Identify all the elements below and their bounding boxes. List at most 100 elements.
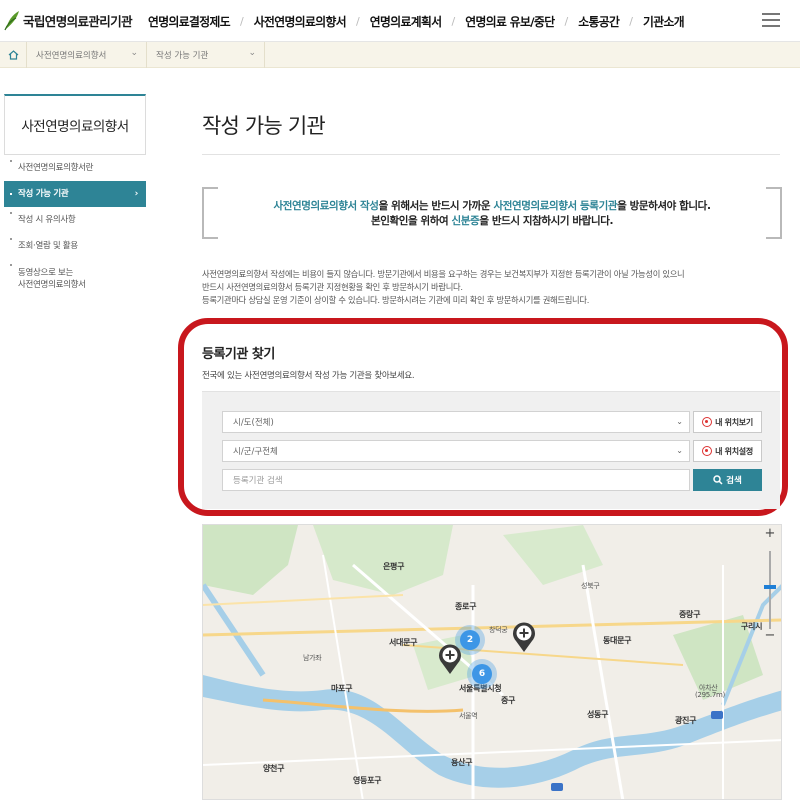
nav-separator: / [629,15,633,28]
my-location-button[interactable]: 내 위치보기 [693,411,762,433]
title-divider [202,154,780,155]
search-button-label: 검색 [726,476,742,486]
breadcrumb-label: 작성 가능 기관 [156,51,209,61]
sigungu-select[interactable]: 시/군/구전체 ⌄ [222,440,690,462]
search-subtitle: 전국에 있는 사전연명의료의향서 작성 가능 기관을 찾아보세요. [202,371,415,381]
zoom-slider-track[interactable] [769,551,771,629]
page: 국립연명의료관리기관 연명의료결정제도 / 사전연명의료의향서 / 연명의료계획… [0,0,800,800]
location-target-icon [702,417,713,427]
nav-separator: / [240,15,244,28]
chevron-down-icon: ⌄ [130,48,138,58]
cluster-marker[interactable]: 6 [467,659,497,689]
sido-select[interactable]: 시/도(전체) ⌄ [222,411,690,433]
map-label-seoulstation: 서울역 [459,712,478,720]
map-label-changdeok: 창덕궁 [489,626,508,634]
zoom-slider-thumb[interactable] [764,585,776,589]
my-location-label: 내 위치보기 [715,417,753,427]
chevron-right-icon: › [134,189,139,199]
sidebar-item-institutions[interactable]: 작성 가능 기관 › [4,181,146,207]
sido-selected-value: 시/도(전체) [233,418,274,428]
nav-item-about[interactable]: 기관소개 [643,13,685,30]
map-pin-icon[interactable] [511,621,537,653]
nav-item-community[interactable]: 소통공간 [578,13,620,30]
sigungu-selected-value: 시/군/구전체 [233,447,278,457]
breadcrumb-item-institutions[interactable]: 작성 가능 기관 ⌄ [147,42,265,68]
chevron-down-icon: ⌄ [248,48,256,58]
description-line: 사전연명의료의향서 작성에는 비용이 들지 않습니다. 방문기관에서 비용을 요… [202,269,685,279]
map-label-yangcheon: 양천구 [263,764,285,773]
map-label-eunpyeong: 은평구 [383,562,405,571]
set-location-label: 내 위치설정 [715,446,753,456]
map-label-seongdong: 성동구 [587,710,609,719]
institution-map[interactable]: 성북구 종로구 서대문구 중구 서울특별시청 용산구 마포구 동대문구 중랑구 … [202,524,782,800]
nav-item-advance-directive[interactable]: 사전연명의료의향서 [254,13,347,30]
search-icon [713,475,723,485]
hamburger-menu-icon[interactable] [762,13,780,29]
map-label-guri: 구리시 [741,622,763,631]
map-label-junggu: 중구 [501,696,516,705]
home-icon[interactable] [0,42,27,68]
sidebar-item-label: 조회·열람 및 활용 [18,241,78,251]
map-pin-icon[interactable] [437,643,463,675]
search-placeholder: 등록기관 검색 [233,476,283,486]
main-nav: 연명의료결정제도 / 사전연명의료의향서 / 연명의료계획서 / 연명의료 유보… [148,13,685,30]
map-label-yongsan: 용산구 [451,758,473,767]
sidebar-menu: 사전연명의료의향서란 작성 가능 기관 › 작성 시 유의사항 조회·열람 및 … [4,155,146,291]
notice-text: 을 방문하셔야 합니다. [617,200,711,212]
sidebar-title: 사전연명의료의향서 [4,94,146,155]
nav-separator: / [356,15,360,28]
breadcrumb: 사전연명의료의향서 ⌄ 작성 가능 기관 ⌄ [0,42,800,68]
search-button[interactable]: 검색 [693,469,762,491]
sidebar-item-label: 작성 시 유의사항 [18,215,76,225]
map-label-seongbuk: 성북구 [581,582,600,590]
zoom-out-button[interactable]: − [762,629,778,643]
notice-text: 본인확인을 위하여 [370,215,452,227]
search-title: 등록기관 찾기 [202,347,275,362]
logo-text: 국립연명의료관리기관 [23,13,133,29]
sidebar-item-label: 동영상으로 보는 [18,268,74,278]
nav-separator: / [564,15,569,28]
notice-box: 사전연명의료의향서 작성을 위해서는 반드시 가까운 사전연명의료의향서 등록기… [202,187,782,239]
nav-separator: / [451,15,456,28]
cluster-count: 6 [472,664,492,684]
location-target-icon [702,446,713,456]
notice-highlight: 사전연명의료의향서 작성 [273,200,379,212]
notice-text: 을 반드시 지참하시기 바랍니다. [479,215,614,227]
sidebar-item-precautions[interactable]: 작성 시 유의사항 [4,207,146,233]
sidebar-item-video[interactable]: 동영상으로 보는 사전연명의료의향서 [4,259,146,291]
notice-line-2: 본인확인을 위하여 신분증을 반드시 지참하시기 바랍니다. [202,213,782,228]
chevron-down-icon: ⌄ [676,446,683,455]
map-label-seodaemun: 서대문구 [389,638,418,647]
leaf-logo-icon [4,11,19,31]
description-line: 반드시 사전연명의료의향서 등록기관 지정현황을 확인 후 방문하시기 바랍니다… [202,282,463,292]
site-logo[interactable]: 국립연명의료관리기관 [4,9,133,31]
map-zoom-control: + − [762,527,778,647]
breadcrumb-label: 사전연명의료의향서 [36,51,107,61]
map-label-jongno: 종로구 [455,602,477,611]
set-location-button[interactable]: 내 위치설정 [693,440,762,462]
notice-text: 을 위해서는 반드시 가까운 [378,200,494,212]
map-label-jungnang: 중랑구 [679,610,701,619]
sidebar-item-inquiry[interactable]: 조회·열람 및 활용 [4,233,146,259]
notice-line-1: 사전연명의료의향서 작성을 위해서는 반드시 가까운 사전연명의료의향서 등록기… [202,198,782,213]
nav-item-withhold-withdraw[interactable]: 연명의료 유보/중단 [465,13,555,30]
map-label-gwangjin: 광진구 [675,716,697,725]
breadcrumb-item-advance-directive[interactable]: 사전연명의료의향서 ⌄ [27,42,147,68]
sidebar-item-label: 사전연명의료의향서란 [18,163,94,173]
sidebar-item-label: 작성 가능 기관 [18,189,69,199]
map-label-achasan-height: (295.7m) [695,691,725,699]
page-title: 작성 가능 기관 [202,114,326,138]
nav-item-decision-system[interactable]: 연명의료결정제도 [148,13,231,30]
sidebar-item-label: 사전연명의료의향서 [18,280,86,290]
chevron-down-icon: ⌄ [676,417,683,426]
zoom-in-button[interactable]: + [762,527,778,541]
site-header: 국립연명의료관리기관 연명의료결정제도 / 사전연명의료의향서 / 연명의료계획… [0,0,800,42]
map-label-yeongdeungpo: 영등포구 [353,776,382,785]
description-line: 등록기관마다 상담실 운영 기준이 상이할 수 있습니다. 방문하시려는 기관에… [202,295,590,305]
cluster-count: 2 [460,630,480,650]
sidebar-item-what-is[interactable]: 사전연명의료의향서란 [4,155,146,181]
institution-search-input[interactable]: 등록기관 검색 [222,469,690,491]
notice-highlight: 사전연명의료의향서 등록기관 [493,200,618,212]
nav-item-treatment-plan[interactable]: 연명의료계획서 [370,13,442,30]
notice-highlight: 신분증 [451,215,480,227]
